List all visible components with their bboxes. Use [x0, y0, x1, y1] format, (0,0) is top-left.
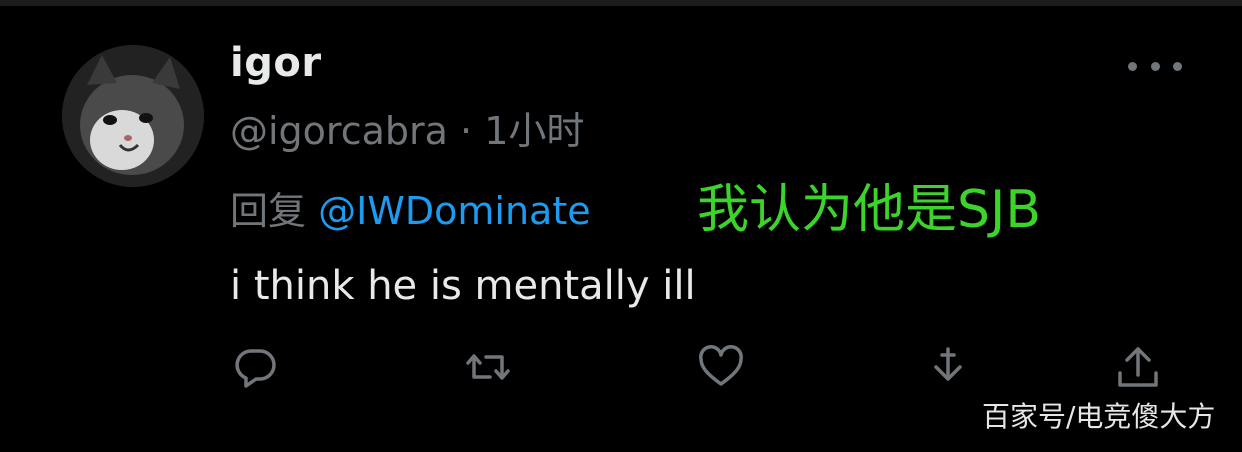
action-bar: [0, 343, 1242, 393]
timestamp[interactable]: 1小时: [484, 109, 584, 153]
replying-to: 回复 @IWDominate: [230, 180, 591, 235]
retweet-button[interactable]: [464, 343, 512, 391]
share-button[interactable]: [1114, 343, 1162, 391]
display-name[interactable]: igor: [230, 40, 322, 86]
avatar[interactable]: [62, 45, 204, 187]
source-watermark: 百家号/电竞傻大方: [982, 400, 1216, 433]
handle-row: @igorcabra · 1小时: [230, 100, 584, 155]
reply-bubble-icon: [235, 349, 276, 388]
more-horizontal-icon: [1150, 61, 1160, 71]
like-button[interactable]: [697, 343, 745, 391]
download-button[interactable]: [924, 343, 972, 391]
share-upload-icon: [1118, 347, 1158, 387]
reply-button[interactable]: [232, 343, 280, 391]
top-divider: [0, 0, 1242, 6]
separator-dot: ·: [447, 109, 485, 153]
download-arrow-icon: [934, 347, 962, 381]
cat-avatar-image: [62, 45, 204, 187]
heart-icon: [699, 345, 743, 386]
more-horizontal-icon: [1173, 61, 1182, 71]
tweet-text: i think he is mentally ill: [230, 263, 696, 309]
user-handle[interactable]: @igorcabra: [230, 109, 448, 153]
reply-mention-link[interactable]: @IWDominate: [318, 189, 591, 233]
retweet-icon: [466, 354, 510, 380]
more-horizontal-icon: [1128, 61, 1137, 71]
reply-prefix: 回复: [230, 189, 319, 233]
more-options-button[interactable]: [1128, 52, 1182, 80]
overlay-annotation: 我认为他是SJB: [697, 180, 1042, 240]
